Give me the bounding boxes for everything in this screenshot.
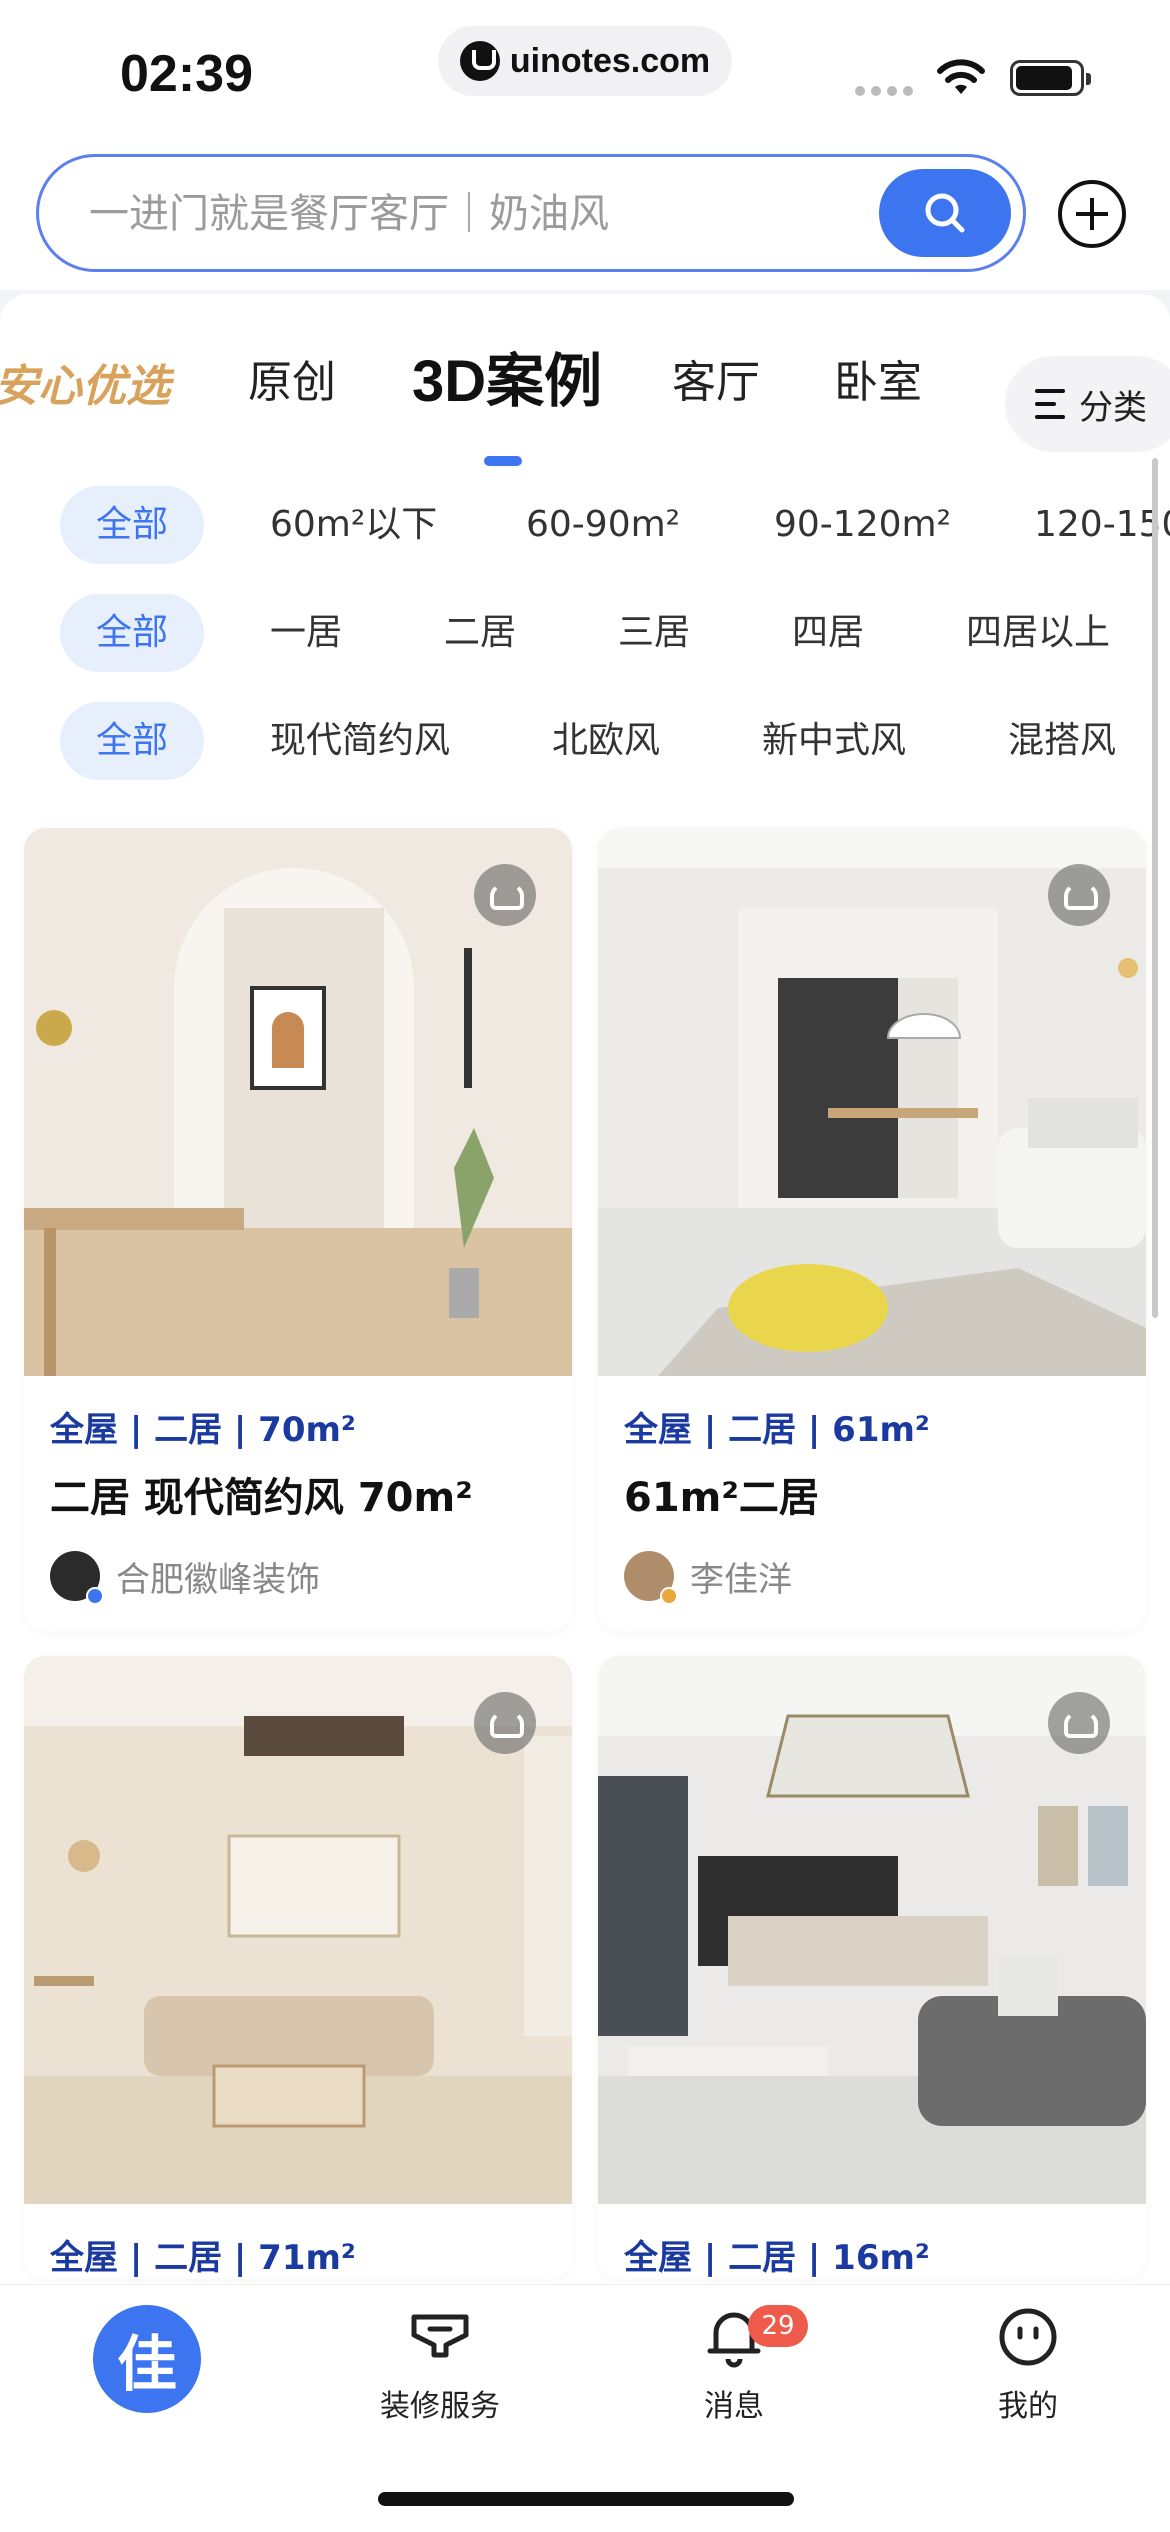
- category-label: 分类: [1079, 387, 1147, 428]
- verified-badge-icon: [660, 1587, 678, 1605]
- case-image: [598, 1656, 1146, 2204]
- wifi-icon: [937, 59, 985, 94]
- filter-area: 全部 60m²以下 60-90m² 90-120m² 120-150: [0, 486, 1170, 566]
- vr-360-icon[interactable]: [1048, 1692, 1110, 1754]
- case-card[interactable]: 全屋 | 二居 | 61m² 61m²二居 李佳洋: [598, 828, 1146, 1631]
- case-image: [24, 1656, 572, 2204]
- battery-icon: [1010, 60, 1091, 96]
- home-logo-text: 佳: [117, 2330, 177, 2398]
- url-pill[interactable]: uinotes.com: [438, 26, 732, 96]
- tab-anxin[interactable]: 安心优选: [0, 350, 170, 414]
- verified-badge-icon: [86, 1587, 104, 1605]
- author-name: 合肥徽峰装饰: [116, 1559, 320, 1600]
- tab-original[interactable]: 原创: [248, 346, 336, 410]
- case-meta: 全屋 | 二居 | 70m²: [50, 1410, 356, 1450]
- case-image: [598, 828, 1146, 1376]
- filter-rooms-option[interactable]: 四居: [792, 594, 864, 672]
- filter-rooms: 全部 一居 二居 三居 四居 四居以上: [0, 594, 1170, 674]
- tab-3d-cases[interactable]: 3D案例: [412, 334, 602, 418]
- case-meta: 全屋 | 二居 | 16m²: [624, 2238, 930, 2278]
- tab-living-room[interactable]: 客厅: [672, 346, 760, 410]
- cellular-signal-icon: [855, 86, 913, 96]
- author-name: 李佳洋: [690, 1559, 792, 1600]
- case-card[interactable]: 全屋 | 二居 | 70m² 二居 现代简约风 70m² 合肥徽峰装饰: [24, 828, 572, 1631]
- filter-area-option[interactable]: 90-120m²: [774, 486, 951, 564]
- filter-rooms-option[interactable]: 二居: [444, 594, 516, 672]
- status-time: 02:39: [120, 45, 253, 103]
- avatar: [50, 1551, 104, 1605]
- filter-style-option[interactable]: 北欧风: [552, 702, 660, 780]
- scrollbar[interactable]: [1152, 458, 1158, 1318]
- tab-messages[interactable]: 29 消息: [634, 2305, 834, 2425]
- case-card[interactable]: 全屋 | 二居 | 16m²: [598, 1656, 1146, 2279]
- site-logo-icon: [459, 41, 500, 81]
- filter-style: 全部 现代简约风 北欧风 新中式风 混搭风: [0, 702, 1170, 782]
- active-tab-indicator: [484, 456, 522, 466]
- case-author[interactable]: 李佳洋: [598, 1523, 1146, 1631]
- filter-rooms-option[interactable]: 四居以上: [966, 594, 1110, 672]
- menu-icon: [1035, 389, 1065, 419]
- filter-style-option[interactable]: 新中式风: [762, 702, 906, 780]
- filter-style-option[interactable]: 混搭风: [1008, 702, 1116, 780]
- search-box[interactable]: [36, 154, 1026, 272]
- home-tab-icon[interactable]: 佳: [93, 2305, 201, 2413]
- vr-360-icon[interactable]: [474, 864, 536, 926]
- avatar: [624, 1551, 678, 1605]
- tab-service-label: 装修服务: [380, 2389, 500, 2424]
- filter-style-all[interactable]: 全部: [60, 702, 205, 780]
- search-icon: [925, 193, 965, 233]
- vr-360-icon[interactable]: [474, 1692, 536, 1754]
- profile-icon: [999, 2308, 1057, 2366]
- vr-360-icon[interactable]: [1048, 864, 1110, 926]
- case-card[interactable]: 全屋 | 二居 | 71m²: [24, 1656, 572, 2279]
- tab-bar-top: 安心优选 原创 3D案例 客厅 卧室 分类: [0, 334, 1170, 466]
- add-button[interactable]: [1058, 180, 1126, 248]
- tab-bedroom[interactable]: 卧室: [834, 346, 922, 410]
- case-meta: 全屋 | 二居 | 71m²: [50, 2238, 356, 2278]
- case-title: 二居 现代简约风 70m²: [50, 1475, 473, 1521]
- tab-service[interactable]: 装修服务: [340, 2305, 540, 2425]
- case-author[interactable]: 合肥徽峰装饰: [24, 1523, 572, 1631]
- filter-area-option[interactable]: 60-90m²: [526, 486, 680, 564]
- case-meta: 全屋 | 二居 | 61m²: [624, 1410, 930, 1450]
- case-title: 61m²二居: [624, 1475, 819, 1521]
- filter-area-option[interactable]: 60m²以下: [270, 486, 437, 564]
- filter-rooms-option[interactable]: 一居: [270, 594, 342, 672]
- search-row: [0, 140, 1170, 290]
- tab-messages-label: 消息: [704, 2389, 764, 2424]
- filter-area-all[interactable]: 全部: [60, 486, 205, 564]
- case-image: [24, 828, 572, 1376]
- tab-mine[interactable]: 我的: [928, 2305, 1128, 2425]
- filter-rooms-all[interactable]: 全部: [60, 594, 205, 672]
- status-bar: 02:39 uinotes.com: [0, 0, 1170, 140]
- url-text: uinotes.com: [509, 41, 711, 80]
- filter-rooms-option[interactable]: 三居: [618, 594, 690, 672]
- service-icon: [411, 2314, 469, 2358]
- filter-style-option[interactable]: 现代简约风: [270, 702, 450, 780]
- messages-badge: 29: [748, 2305, 808, 2347]
- filter-area-option[interactable]: 120-150: [1034, 486, 1170, 564]
- search-button[interactable]: [879, 169, 1011, 257]
- tab-mine-label: 我的: [998, 2389, 1058, 2424]
- home-indicator[interactable]: [378, 2492, 794, 2506]
- category-button[interactable]: 分类: [1005, 356, 1170, 452]
- search-input[interactable]: [89, 179, 869, 249]
